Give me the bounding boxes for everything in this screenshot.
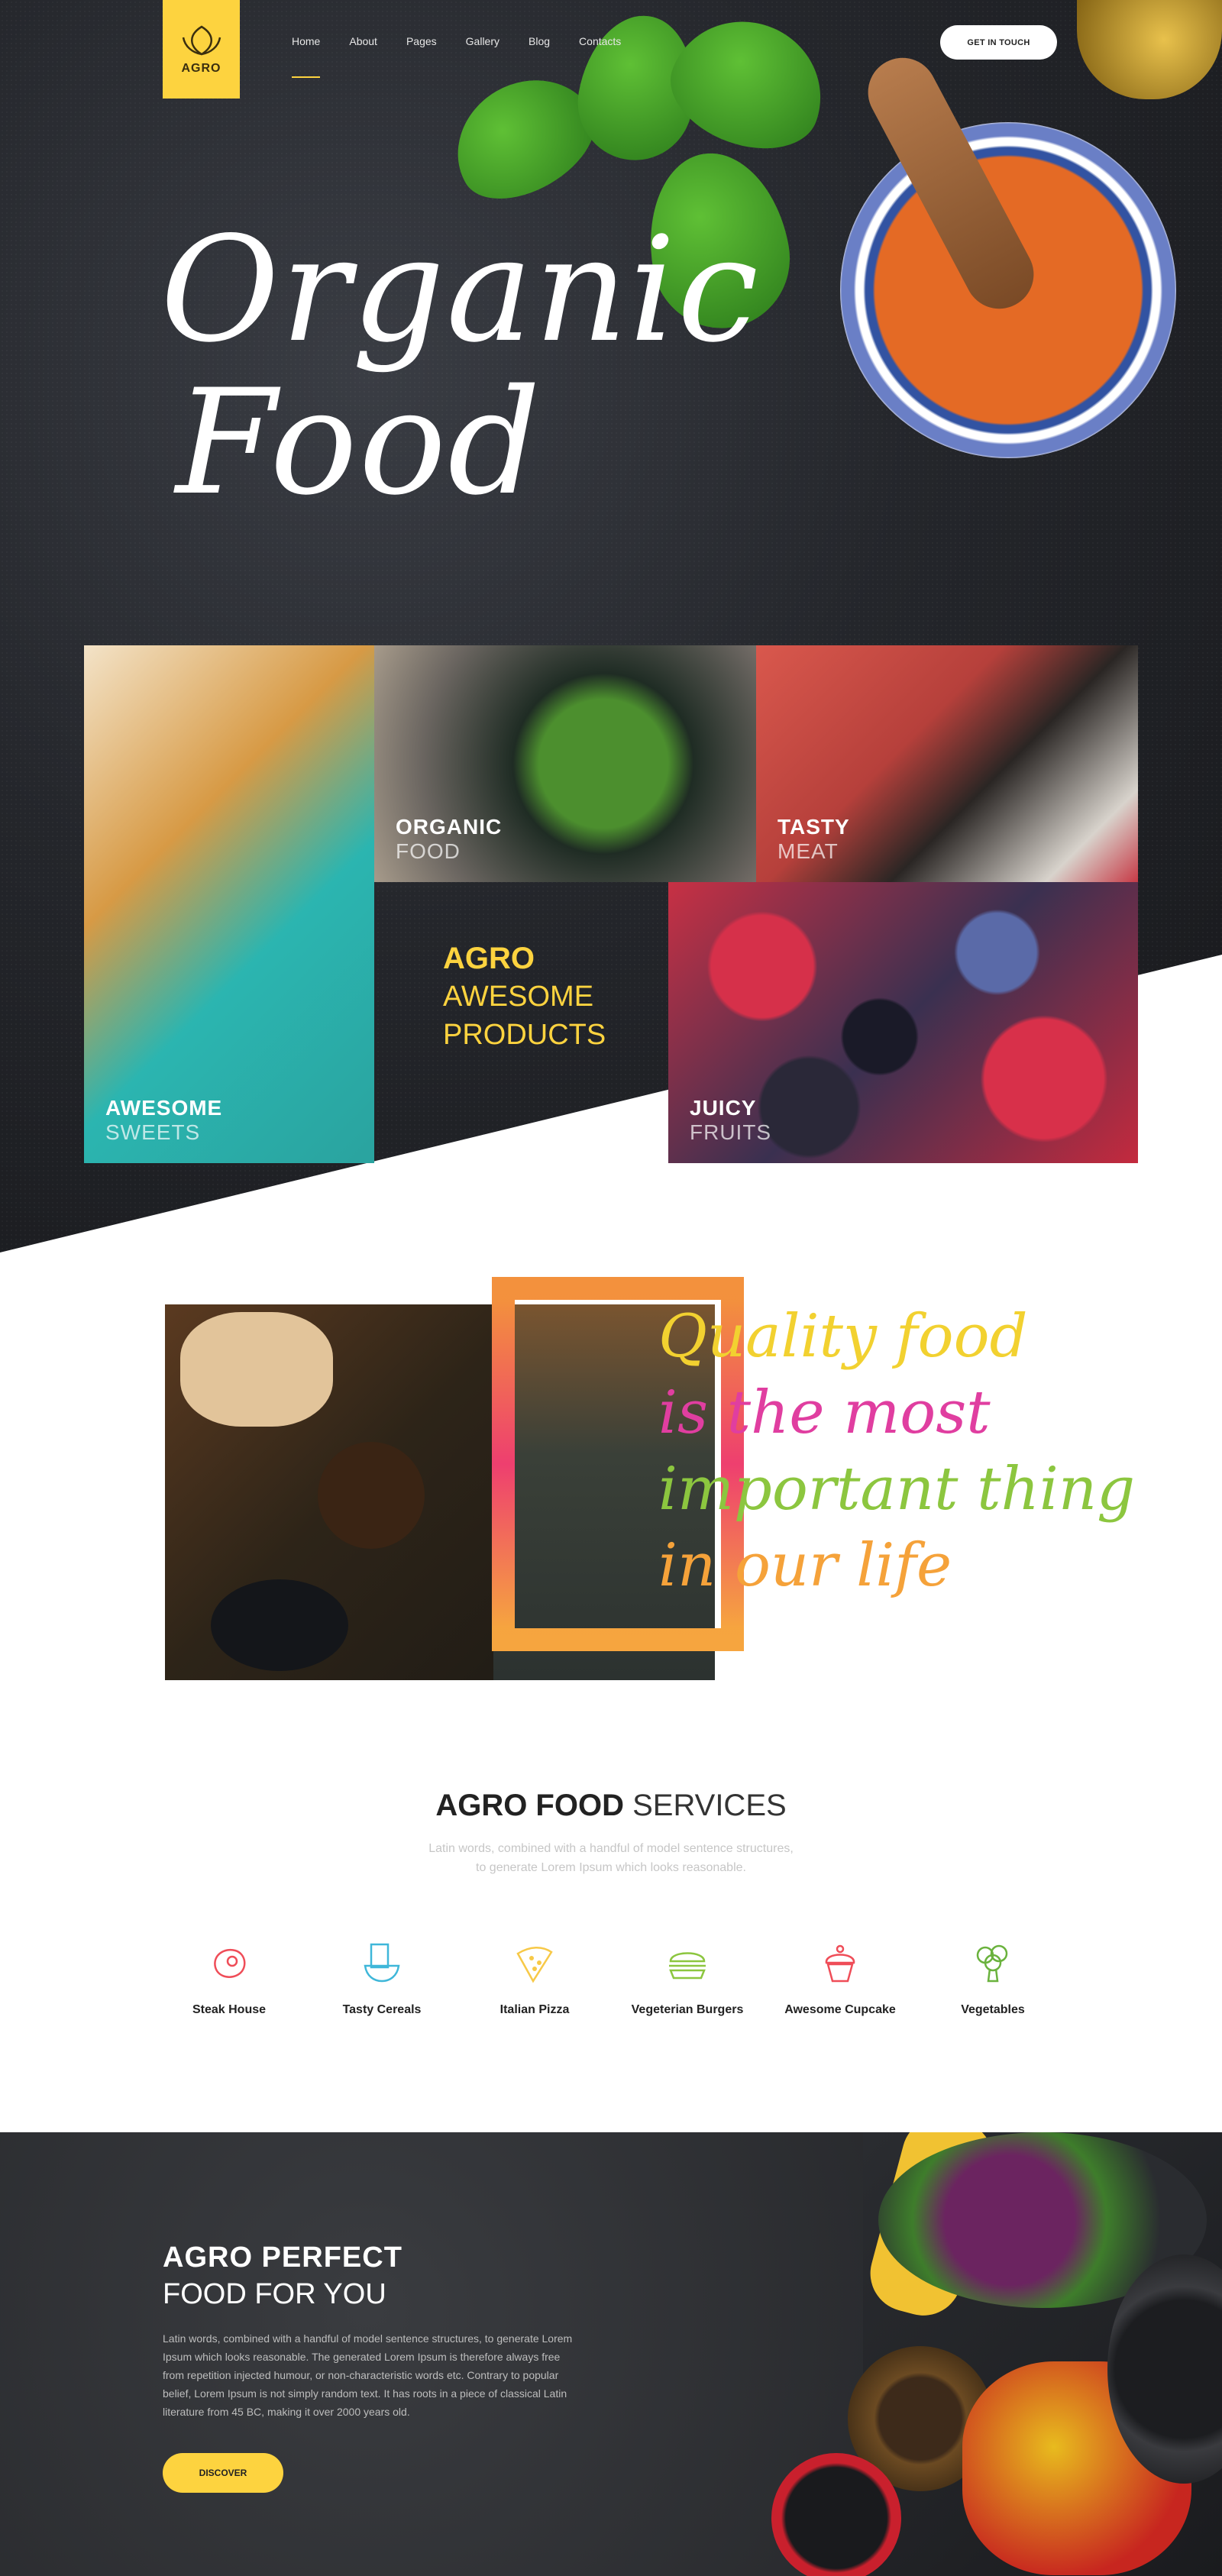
- nav-gallery[interactable]: Gallery: [466, 35, 499, 47]
- perfect-food-title: AGRO PERFECT FOOD FOR YOU: [163, 2239, 402, 2313]
- main-nav: Home About Pages Gallery Blog Contacts: [292, 35, 650, 78]
- service-label: Steak House: [192, 2003, 267, 2016]
- services-title-light: SERVICES: [632, 1789, 787, 1822]
- tile-meat-title: TASTY: [777, 815, 850, 839]
- tile-sweets[interactable]: AWESOME SWEETS: [84, 645, 374, 1163]
- broccoli-icon: [976, 1944, 1008, 1983]
- agro-products-block: AGRO AWESOME PRODUCTS: [443, 939, 606, 1054]
- burger-icon: [669, 1952, 706, 1980]
- beans-bowl-image: [771, 2453, 901, 2576]
- tile-sweets-label: AWESOME SWEETS: [105, 1096, 222, 1145]
- service-tasty-cereals[interactable]: Tasty Cereals: [306, 1940, 458, 2017]
- service-vegeterian-burgers[interactable]: Vegeterian Burgers: [611, 1940, 764, 2017]
- pizza-icon: [516, 1947, 553, 1983]
- service-steak-house[interactable]: Steak House: [153, 1940, 306, 2017]
- perfect-title-bold: AGRO PERFECT: [163, 2241, 402, 2274]
- quality-line-2: is the most: [658, 1378, 991, 1447]
- nav-blog[interactable]: Blog: [529, 35, 550, 47]
- service-awesome-cupcake[interactable]: Awesome Cupcake: [764, 1940, 916, 2017]
- get-in-touch-button[interactable]: GET IN TOUCH: [940, 25, 1057, 60]
- tile-meat[interactable]: TASTY MEAT: [756, 645, 1138, 882]
- service-italian-pizza[interactable]: Italian Pizza: [458, 1940, 611, 2017]
- quality-line-1: Quality food: [658, 1302, 1028, 1371]
- hero-title-line1: Organic: [160, 205, 761, 374]
- tile-fruits-subtitle: FRUITS: [690, 1120, 772, 1144]
- logo-text: AGRO: [181, 61, 221, 75]
- tile-fruits-title: JUICY: [690, 1096, 757, 1120]
- bread-image: [180, 1312, 333, 1427]
- steak-icon: [214, 1948, 246, 1978]
- services-row: Steak House Tasty Cereals Italian Pizza …: [153, 1940, 1069, 2017]
- service-label: Tasty Cereals: [342, 2003, 422, 2016]
- service-label: Italian Pizza: [499, 2003, 570, 2016]
- leaf-icon: [182, 25, 221, 55]
- perfect-title-light: FOOD FOR YOU: [163, 2278, 386, 2310]
- nav-about[interactable]: About: [349, 35, 377, 47]
- services-title: AGRO FOOD SERVICES: [0, 1789, 1222, 1823]
- tile-organic-subtitle: FOOD: [396, 839, 461, 863]
- agro-products-line2: AWESOME: [443, 981, 594, 1013]
- cereal-icon: [364, 1943, 400, 1983]
- perfect-food-description: Latin words, combined with a handful of …: [163, 2332, 573, 2418]
- nav-home[interactable]: Home: [292, 35, 321, 78]
- tile-organic-label: ORGANIC FOOD: [396, 815, 502, 864]
- discover-button[interactable]: DISCOVER: [163, 2453, 283, 2493]
- tile-sweets-title: AWESOME: [105, 1096, 223, 1120]
- nav-pages[interactable]: Pages: [406, 35, 437, 47]
- tile-meat-label: TASTY MEAT: [777, 815, 850, 864]
- quality-quote: Quality food is the most important thing…: [658, 1298, 1135, 1604]
- nav-contacts[interactable]: Contacts: [579, 35, 621, 47]
- services-desc-line2: to generate Lorem Ipsum which looks reas…: [476, 1861, 746, 1874]
- services-title-bold: AGRO FOOD: [435, 1789, 624, 1822]
- tile-organic-title: ORGANIC: [396, 815, 503, 839]
- tile-sweets-subtitle: SWEETS: [105, 1120, 201, 1144]
- services-desc-line1: Latin words, combined with a handful of …: [428, 1842, 794, 1855]
- service-label: Vegeterian Burgers: [631, 2003, 744, 2016]
- tile-fruits-label: JUICY FRUITS: [690, 1096, 771, 1145]
- quality-line-3: important thing: [658, 1455, 1135, 1524]
- service-label: Awesome Cupcake: [784, 2003, 896, 2016]
- service-label: Vegetables: [961, 2003, 1025, 2016]
- service-vegetables[interactable]: Vegetables: [916, 1940, 1069, 2017]
- logo[interactable]: AGRO: [163, 0, 240, 99]
- hero-title-line2: Food: [176, 358, 542, 527]
- tile-organic[interactable]: ORGANIC FOOD: [374, 645, 756, 882]
- tile-fruits[interactable]: JUICY FRUITS: [668, 882, 1138, 1163]
- agro-products-title: AGRO: [443, 942, 535, 975]
- hero-title: Organic Food: [160, 214, 760, 519]
- perfect-food-section: AGRO PERFECT FOOD FOR YOU Latin words, c…: [0, 2132, 1222, 2576]
- tile-meat-subtitle: MEAT: [777, 839, 839, 863]
- olives-image: [211, 1579, 348, 1671]
- pepper-mill-image: [318, 1442, 425, 1549]
- services-description: Latin words, combined with a handful of …: [0, 1839, 1222, 1877]
- cupcake-icon: [825, 1944, 855, 1983]
- agro-products-line3: PRODUCTS: [443, 1019, 606, 1051]
- quality-line-4: in our life: [658, 1531, 952, 1600]
